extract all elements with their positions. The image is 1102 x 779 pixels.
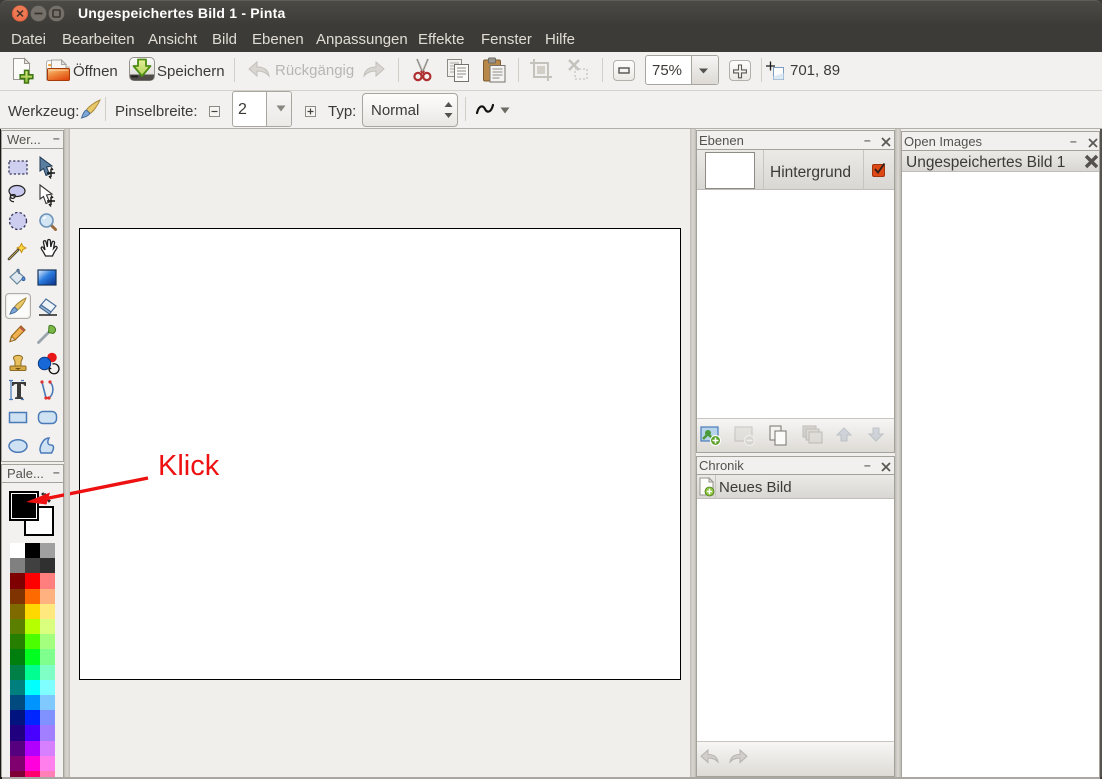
svg-text:Klick: Klick [158, 450, 220, 482]
